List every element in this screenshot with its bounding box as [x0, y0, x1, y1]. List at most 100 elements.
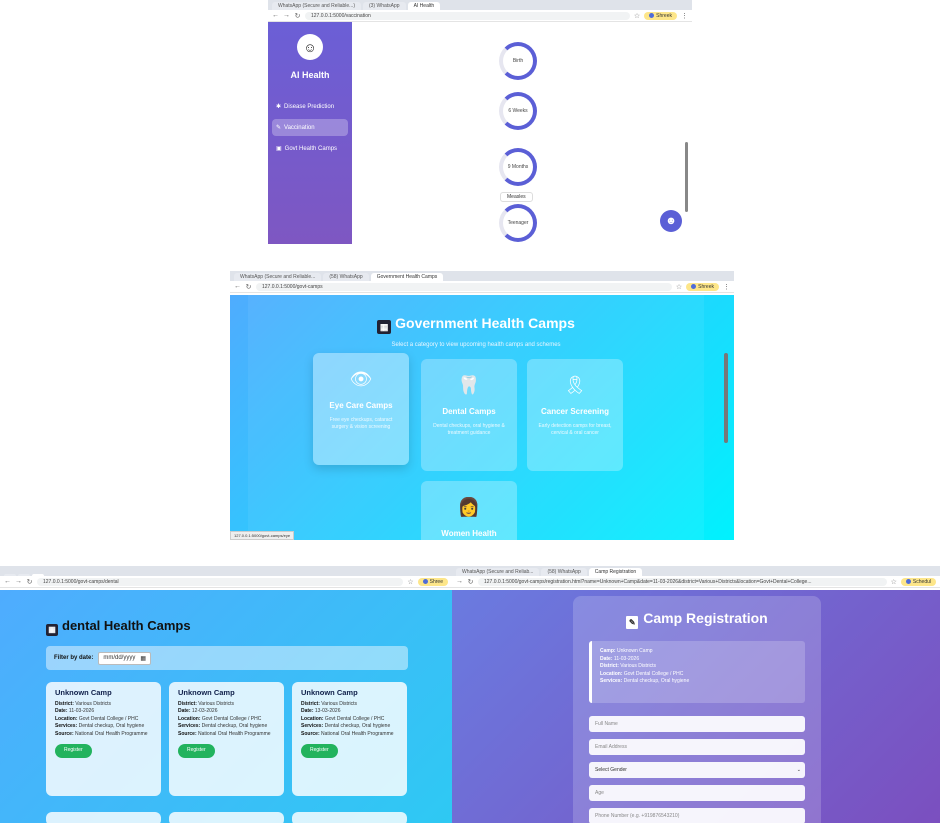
back-icon[interactable]: ←	[272, 12, 279, 19]
camp-name: Unknown Camp	[55, 688, 112, 697]
address-bar[interactable]: 127.0.0.1:5000/govt-camps/dental	[37, 577, 404, 586]
browser-tab-active[interactable]: Camp Registration	[588, 568, 643, 576]
register-button[interactable]: Register	[301, 744, 338, 758]
reload-icon[interactable]: ↻	[245, 283, 252, 291]
bookmark-star-icon[interactable]: ☆	[634, 12, 640, 20]
bookmark-star-icon[interactable]: ☆	[407, 578, 413, 586]
registration-form: ✎ Camp Registration Camp: Unknown Camp Da…	[573, 596, 821, 823]
forward-icon[interactable]: →	[456, 578, 463, 585]
forward-icon[interactable]: →	[283, 12, 290, 19]
camp-district: District: Various Districts	[55, 700, 112, 707]
age-field[interactable]: Age	[589, 785, 805, 801]
camps-container: ▦ Government Health Camps Select a catego…	[248, 295, 704, 540]
chevron-down-icon: ⌄	[796, 767, 801, 773]
timeline-node[interactable]: 9 Months	[499, 148, 537, 186]
register-button[interactable]: Register	[55, 744, 92, 758]
sidebar-item-label: Vaccination	[284, 124, 315, 131]
phone-field[interactable]: Phone Number (e.g. +919876543210)	[589, 808, 805, 823]
bookmark-star-icon[interactable]: ☆	[676, 283, 682, 291]
email-field[interactable]: Email Address	[589, 739, 805, 755]
gender-select[interactable]: Select Gender ⌄	[589, 762, 805, 778]
scrollbar[interactable]	[724, 353, 728, 443]
dental-camps-window: ← → ↻ 127.0.0.1:5000/govt-camps/dental ☆…	[0, 566, 452, 823]
browser-tab[interactable]: (58) WhatsApp	[323, 273, 369, 281]
card-description: Free eye checkups, cataract surgery & vi…	[329, 417, 393, 430]
address-bar[interactable]: 127.0.0.1:5000/vaccination	[305, 11, 630, 20]
menu-kebab-icon[interactable]: ⋮	[681, 12, 688, 20]
camp-location: Location: Govt Dental College / PHC	[178, 715, 262, 722]
card-title: Dental Camps	[442, 407, 496, 416]
back-icon[interactable]: ←	[234, 283, 241, 290]
browser-tab[interactable]: WhatsApp (Secure and Reliab...	[456, 568, 540, 576]
sidebar-item-vaccination[interactable]: ✎ Vaccination	[272, 119, 348, 136]
timeline-node[interactable]: 6 Weeks	[499, 92, 537, 130]
page-title-text: dental Health Camps	[62, 618, 191, 633]
date-filter-input[interactable]: mm/dd/yyyy ▦	[98, 651, 152, 665]
camp-services: Services: Dental checkup, Oral hygiene	[178, 723, 268, 729]
form-title-text: Camp Registration	[643, 610, 768, 626]
camp-card	[169, 812, 284, 823]
card-title: Eye Care Camps	[329, 401, 393, 410]
browser-tab[interactable]: WhatsApp (Secure and Reliable...	[234, 273, 322, 281]
timeline-node[interactable]: Teenager	[499, 204, 537, 242]
camp-registration-window: WhatsApp (Secure and Reliab... (58) What…	[452, 566, 940, 823]
forward-icon[interactable]: →	[15, 578, 22, 585]
sidebar-item-disease-prediction[interactable]: ✱ Disease Prediction	[272, 98, 348, 115]
browser-tab-active[interactable]	[32, 574, 44, 576]
virus-icon: ✱	[276, 104, 282, 110]
address-bar[interactable]: 127.0.0.1:5000/govt-camps	[256, 282, 672, 291]
profile-button[interactable]: Shreek	[644, 11, 677, 20]
category-card-eye-care[interactable]: 👁 Eye Care Camps Free eye checkups, cata…	[313, 353, 409, 465]
scrollbar[interactable]	[685, 142, 688, 212]
browser-tab[interactable]: (58) WhatsApp	[541, 568, 587, 576]
avatar	[649, 13, 655, 18]
reload-icon[interactable]: ↻	[467, 578, 474, 586]
chatbot-button[interactable]: ☻	[660, 210, 682, 232]
info-camp: Camp: Unknown Camp	[600, 648, 653, 654]
browser-tab-strip	[0, 566, 452, 576]
page-subtitle: Select a category to view upcoming healt…	[391, 342, 561, 348]
register-button[interactable]: Register	[178, 744, 215, 758]
address-bar[interactable]: 127.0.0.1:5000/govt-camps/registration.h…	[478, 577, 887, 586]
profile-name: Shreek	[656, 12, 672, 19]
profile-button[interactable]: Schedul	[900, 577, 936, 586]
browser-tab[interactable]	[18, 574, 30, 576]
browser-tab-active[interactable]: AI Health	[407, 2, 441, 10]
info-date: Date: 11-03-2026	[600, 655, 640, 662]
bookmark-star-icon[interactable]: ☆	[891, 578, 897, 586]
calendar-icon[interactable]: ▦	[140, 655, 146, 662]
profile-button[interactable]: Shree	[417, 577, 448, 586]
category-card-cancer-screening[interactable]: 🎗 Cancer Screening Early detection camps…	[527, 359, 623, 471]
browser-tab-strip: WhatsApp (Secure and Reliab... (58) What…	[452, 566, 940, 576]
info-district: District: Various Districts	[600, 663, 657, 669]
page-title-text: Government Health Camps	[395, 315, 575, 331]
category-card-women-health[interactable]: 👩 Women Health	[421, 481, 517, 540]
back-icon[interactable]: ←	[4, 578, 11, 585]
card-title: Women Health	[441, 529, 497, 538]
camp-card: Unknown Camp District: Various Districts…	[46, 682, 161, 796]
reload-icon[interactable]: ↻	[294, 12, 301, 20]
camp-date: Date: 13-03-2026	[301, 708, 341, 714]
eye-icon: 👁	[349, 369, 373, 389]
profile-name: Shree	[429, 578, 443, 585]
sidebar-item-govt-health-camps[interactable]: ▣ Govt Health Camps	[272, 140, 348, 157]
camp-name: Unknown Camp	[178, 688, 235, 697]
building-icon: ▦	[46, 624, 58, 636]
menu-kebab-icon[interactable]: ⋮	[723, 283, 730, 291]
filter-label: Filter by date:	[54, 655, 94, 661]
timeline-node[interactable]: Birth	[499, 42, 537, 80]
profile-name: Shreek	[698, 283, 714, 290]
camp-district: District: Various Districts	[178, 700, 235, 707]
full-name-field[interactable]: Full Name	[589, 716, 805, 732]
browser-tab[interactable]: (3) WhatsApp	[362, 2, 406, 10]
camp-name: Unknown Camp	[301, 688, 358, 697]
robot-icon: ☻	[665, 215, 677, 227]
browser-tab[interactable]: WhatsApp (Secure and Reliable...)	[272, 2, 361, 10]
category-card-dental[interactable]: 🦷 Dental Camps Dental checkups, oral hyg…	[421, 359, 517, 471]
profile-button[interactable]: Shreek	[686, 282, 719, 291]
camp-card: Unknown Camp District: Various Districts…	[169, 682, 284, 796]
reload-icon[interactable]: ↻	[26, 578, 33, 586]
camp-location: Location: Govt Dental College / PHC	[301, 715, 385, 722]
browser-tab[interactable]	[4, 574, 16, 576]
browser-tab-active[interactable]: Government Health Camps	[370, 273, 444, 281]
